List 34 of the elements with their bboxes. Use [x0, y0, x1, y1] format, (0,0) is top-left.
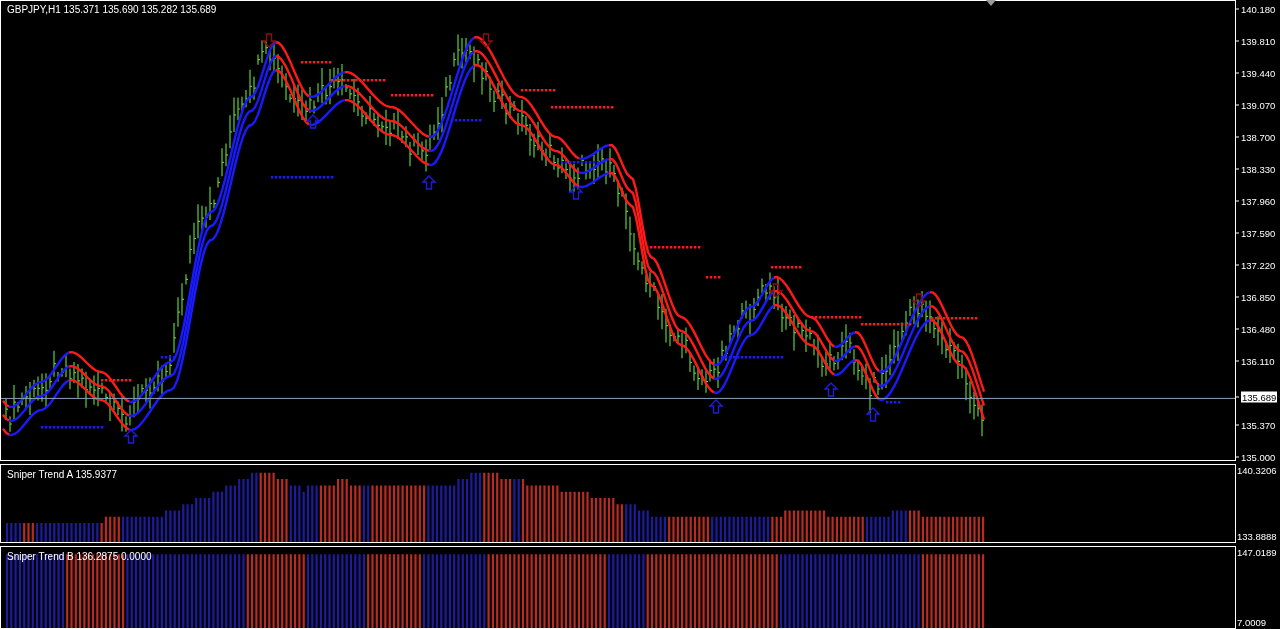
axis-label: 135.370	[1241, 419, 1276, 431]
up-arrow-icon	[708, 399, 724, 414]
indicator-label: Sniper Trend B 136.2875 0.0000	[7, 551, 152, 562]
chart-title: GBPJPY,H1 135.371 135.690 135.282 135.689	[7, 4, 217, 15]
up-arrow-icon	[123, 429, 139, 444]
axis-label: 137.960	[1241, 195, 1276, 207]
axis-label: 139.440	[1241, 67, 1276, 79]
axis-label: 140.3206	[1237, 465, 1277, 476]
axis-label: 133.8888	[1237, 531, 1277, 542]
axis-label: 137.590	[1241, 227, 1276, 239]
axis-label: 137.220	[1241, 259, 1276, 271]
down-arrow-icon	[911, 293, 927, 308]
up-arrow-icon	[823, 382, 839, 397]
current-price-label: 135.689	[1241, 391, 1278, 403]
axis-label: 139.070	[1241, 99, 1276, 111]
axis-label: 138.330	[1241, 163, 1276, 175]
axis-label: 136.110	[1241, 355, 1275, 367]
axis-label: 135.000	[1241, 451, 1276, 463]
up-arrow-icon	[865, 407, 881, 422]
indicator-label: Sniper Trend A 135.9377	[7, 469, 118, 480]
shift-marker-icon[interactable]	[986, 0, 996, 6]
down-arrow-icon	[478, 33, 494, 48]
down-arrow-icon	[768, 283, 784, 298]
up-arrow-icon	[421, 175, 437, 190]
up-arrow-icon	[568, 185, 584, 200]
axis-label: 7.0009	[1237, 617, 1267, 628]
axis-label: 136.850	[1241, 291, 1276, 303]
axis-label: 136.480	[1241, 323, 1276, 335]
axis-label: 138.700	[1241, 131, 1276, 143]
up-arrow-icon	[305, 114, 321, 129]
down-arrow-icon	[261, 33, 277, 48]
axis-label: 139.810	[1241, 35, 1276, 47]
axis-label: 140.180	[1241, 3, 1276, 15]
axis-label: 147.0189	[1237, 547, 1277, 558]
